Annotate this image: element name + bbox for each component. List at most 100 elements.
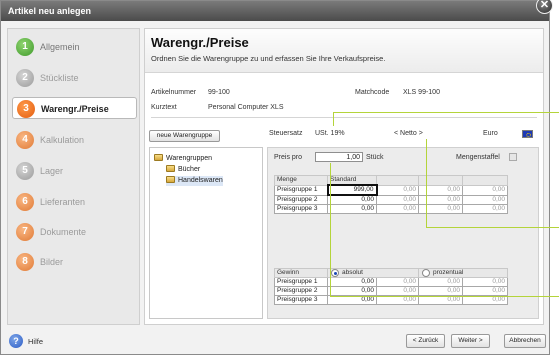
preis-pro-label: Preis pro: [274, 154, 303, 161]
step-number-icon: 1: [16, 38, 34, 56]
step-allgemein[interactable]: 1 Allgemein: [12, 36, 137, 58]
dialog-window: Artikel neu anlegen 1 Allgemein 2 Stückl…: [0, 0, 550, 355]
warengruppen-tree[interactable]: Warengruppen Bücher Handelswaren: [149, 147, 263, 319]
step-number-icon: 8: [16, 253, 34, 271]
gewinn-cell[interactable]: 0,00: [418, 286, 463, 296]
price-panel: Preis pro 1,00 Stück Mengenstaffel Menge…: [267, 147, 539, 319]
callout-line: [426, 227, 559, 228]
folder-open-icon: [166, 176, 175, 183]
radio-prozentual[interactable]: [422, 269, 430, 277]
artikelnummer-label: Artikelnummer: [151, 89, 197, 96]
title-bar: Artikel neu anlegen: [1, 1, 549, 21]
step-label: Kalkulation: [40, 135, 85, 145]
step-number-icon: 7: [16, 223, 34, 241]
table-row: Preisgruppe 1 0,00 0,00 0,00 0,00: [274, 277, 509, 287]
price-cell[interactable]: 0,00: [327, 194, 377, 205]
row-label: Preisgruppe 3: [274, 295, 328, 305]
callout-line: [333, 112, 334, 126]
window-title: Artikel neu anlegen: [8, 6, 92, 16]
price-cell[interactable]: 0,00: [376, 194, 419, 205]
gewinn-table: Gewinn absolut prozentual Preisgruppe 1 …: [274, 268, 509, 305]
gewinn-cell[interactable]: 0,00: [327, 286, 377, 296]
step-lager[interactable]: 5 Lager: [12, 160, 137, 182]
radio-absolut-cell[interactable]: absolut: [327, 268, 419, 278]
radio-prozentual-cell[interactable]: prozentual: [417, 268, 509, 278]
artikelnummer-value: 99-100: [208, 89, 230, 96]
matchcode-value: XLS 99-100: [403, 89, 440, 96]
price-cell[interactable]: 0,00: [462, 184, 508, 196]
tree-node-buecher[interactable]: Bücher: [166, 165, 200, 175]
column-header: Standard: [327, 175, 377, 186]
callout-line: [330, 163, 331, 296]
table-row: Preisgruppe 3 0,00 0,00 0,00 0,00: [274, 204, 508, 214]
close-icon[interactable]: ✕: [536, 0, 553, 14]
gewinn-cell[interactable]: 0,00: [418, 277, 463, 287]
step-number-icon: 3: [17, 100, 35, 118]
gewinn-cell[interactable]: 0,00: [461, 277, 509, 287]
step-number-icon: 6: [16, 193, 34, 211]
step-stueckliste[interactable]: 2 Stückliste: [12, 67, 137, 89]
table-header-row: Gewinn absolut prozentual: [274, 268, 509, 278]
folder-icon: [154, 154, 163, 161]
step-label: Stückliste: [40, 73, 79, 83]
step-kalkulation[interactable]: 4 Kalkulation: [12, 129, 137, 151]
callout-line: [426, 139, 427, 227]
steuersatz-label: Steuersatz: [269, 130, 303, 137]
radio-absolut[interactable]: [331, 269, 339, 277]
column-header: [376, 175, 419, 186]
tree-node-handelswaren[interactable]: Handelswaren: [166, 176, 223, 186]
column-header: Menge: [274, 175, 328, 186]
table-row: Preisgruppe 1 999,00 0,00 0,00 0,00: [274, 184, 508, 196]
step-warengr-preise[interactable]: 3 Warengr./Preise: [12, 97, 137, 119]
step-label: Lieferanten: [40, 197, 86, 207]
row-label: Preisgruppe 1: [274, 184, 328, 196]
new-warengruppe-button[interactable]: neue Warengruppe: [149, 130, 220, 142]
help-link[interactable]: Hilfe: [28, 337, 43, 346]
step-dokumente[interactable]: 7 Dokumente: [12, 221, 137, 243]
main-panel: Warengr./Preise Ordnen Sie die Warengrup…: [144, 28, 544, 325]
step-label: Bilder: [40, 257, 64, 267]
gewinn-cell[interactable]: 0,00: [327, 277, 377, 287]
footer-bar: ? Hilfe < Zurück Weiter > Abbrechen: [1, 331, 549, 355]
table-header-row: Menge Standard: [274, 175, 508, 186]
gewinn-cell[interactable]: 0,00: [376, 286, 419, 296]
unit-label: Stück: [366, 154, 384, 161]
price-cell[interactable]: 0,00: [462, 204, 508, 214]
gewinn-cell[interactable]: 0,00: [461, 286, 509, 296]
callout-line: [330, 296, 559, 297]
page-header: Warengr./Preise Ordnen Sie die Warengrup…: [145, 29, 543, 73]
row-label: Preisgruppe 2: [274, 286, 328, 296]
price-cell[interactable]: 0,00: [327, 204, 377, 214]
row-label: Preisgruppe 1: [274, 277, 328, 287]
price-cell[interactable]: 999,00: [326, 184, 378, 196]
eu-flag-icon: [522, 130, 533, 138]
kurztext-value: Personal Computer XLS: [208, 104, 284, 111]
preis-pro-input[interactable]: 1,00: [315, 152, 363, 162]
netto-toggle[interactable]: < Netto >: [394, 130, 423, 137]
column-header: [462, 175, 508, 186]
next-button[interactable]: Weiter >: [451, 334, 490, 348]
gewinn-cell[interactable]: 0,00: [376, 277, 419, 287]
step-number-icon: 4: [16, 131, 34, 149]
help-icon[interactable]: ?: [9, 334, 23, 348]
cancel-button[interactable]: Abbrechen: [504, 334, 546, 348]
price-table: Menge Standard Preisgruppe 1 999,00 0,00…: [274, 175, 508, 214]
step-lieferanten[interactable]: 6 Lieferanten: [12, 191, 137, 213]
wizard-steps-sidebar: 1 Allgemein 2 Stückliste 3 Warengr./Prei…: [7, 28, 140, 325]
price-cell[interactable]: 0,00: [462, 194, 508, 205]
callout-line: [333, 112, 559, 113]
mengenstaffel-checkbox[interactable]: [509, 153, 517, 161]
currency-label: Euro: [483, 130, 498, 137]
tree-node-warengruppen[interactable]: Warengruppen: [154, 154, 212, 164]
radio-prozentual-label: prozentual: [433, 269, 464, 277]
table-row: Preisgruppe 2 0,00 0,00 0,00 0,00: [274, 286, 509, 296]
price-cell[interactable]: 0,00: [376, 184, 419, 196]
step-label: Warengr./Preise: [41, 104, 109, 114]
step-bilder[interactable]: 8 Bilder: [12, 251, 137, 273]
table-row: Preisgruppe 2 0,00 0,00 0,00 0,00: [274, 194, 508, 205]
mengenstaffel-label: Mengenstaffel: [456, 154, 500, 161]
price-cell[interactable]: 0,00: [376, 204, 419, 214]
back-button[interactable]: < Zurück: [406, 334, 445, 348]
kurztext-label: Kurztext: [151, 104, 177, 111]
step-number-icon: 5: [16, 162, 34, 180]
